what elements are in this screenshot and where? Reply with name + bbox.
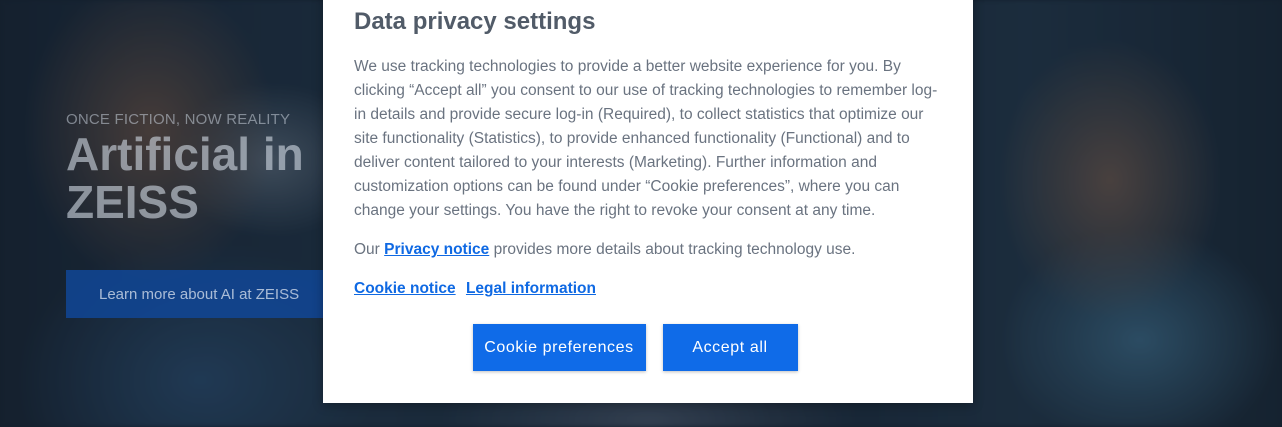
legal-links: Cookie notice Legal information xyxy=(354,277,942,301)
dialog-body-text: We use tracking technologies to provide … xyxy=(354,58,938,219)
privacy-notice-line: Our Privacy notice provides more details… xyxy=(354,238,942,262)
cookie-notice-link[interactable]: Cookie notice xyxy=(354,280,456,297)
hero-eyebrow: ONCE FICTION, NOW REALITY xyxy=(66,111,291,128)
hero-title: Artificial in ZEISS xyxy=(66,128,304,228)
privacy-prefix: Our xyxy=(354,241,385,258)
dialog-title: Data privacy settings xyxy=(354,8,596,35)
privacy-notice-link[interactable]: Privacy notice xyxy=(384,241,489,258)
privacy-settings-dialog: Data privacy settings We use tracking te… xyxy=(323,0,973,403)
legal-information-link[interactable]: Legal information xyxy=(466,280,596,297)
cookie-preferences-button[interactable]: Cookie preferences xyxy=(472,324,646,371)
accept-all-button[interactable]: Accept all xyxy=(662,324,798,371)
learn-more-ai-button[interactable]: Learn more about AI at ZEISS xyxy=(66,270,328,318)
privacy-suffix: provides more details about tracking tec… xyxy=(489,241,856,258)
hero-content: ONCE FICTION, NOW REALITY Artificial in … xyxy=(66,111,366,226)
dialog-buttons: Cookie preferences Accept all xyxy=(323,324,973,371)
page: ONCE FICTION, NOW REALITY Artificial in … xyxy=(0,0,1282,427)
